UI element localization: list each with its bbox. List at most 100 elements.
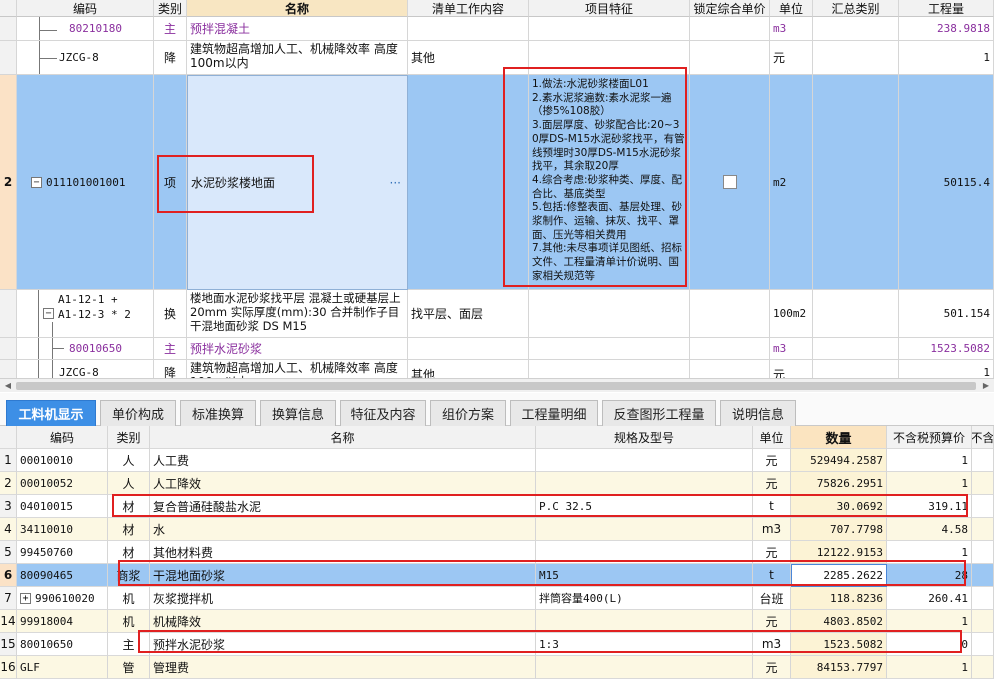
cell-spec[interactable] <box>536 518 753 541</box>
cell-qty[interactable]: 4803.8502 <box>791 610 887 633</box>
cell-price[interactable]: 319.11 <box>887 495 972 518</box>
table-row[interactable]: 14 99918004 机机械降效 元 4803.8502 1 <box>0 610 994 633</box>
cell-more[interactable] <box>972 518 994 541</box>
table-row[interactable]: − A1-12-1 + A1-12-3 * 2 换 楼地面水泥砂浆找平层 混凝土… <box>0 290 994 338</box>
cell-price[interactable]: 28 <box>887 564 972 587</box>
cell-more[interactable] <box>972 472 994 495</box>
cell-summary[interactable] <box>813 75 899 290</box>
cell-unit[interactable]: 元 <box>753 610 791 633</box>
cell-name[interactable]: 灰浆搅拌机 <box>150 587 536 610</box>
cell-unit[interactable]: 元 <box>770 360 813 378</box>
cell-code[interactable]: 80210180 <box>17 17 154 41</box>
col-header-qty[interactable]: 工程量 <box>899 0 994 17</box>
cell-unit[interactable]: 元 <box>753 449 791 472</box>
cell-type[interactable]: 机 <box>108 610 150 633</box>
cell-type[interactable]: 项 <box>154 75 187 290</box>
table-row[interactable]: 2 00010052 人人工降效 元 75826.2951 1 <box>0 472 994 495</box>
cell-work[interactable] <box>408 75 529 290</box>
cell-more[interactable] <box>972 541 994 564</box>
cell-unit[interactable]: 元 <box>753 656 791 679</box>
cell-code[interactable]: 80010650 <box>17 338 154 360</box>
cell-qty[interactable]: 84153.7797 <box>791 656 887 679</box>
cell-unit[interactable]: 元 <box>753 541 791 564</box>
cell-code[interactable]: JZCG-8 <box>17 41 154 75</box>
col-header-summary-type[interactable]: 汇总类别 <box>813 0 899 17</box>
col-header-work-content[interactable]: 清单工作内容 <box>408 0 529 17</box>
cell-name[interactable]: 复合普通硅酸盐水泥 <box>150 495 536 518</box>
cell-unit[interactable]: 元 <box>753 472 791 495</box>
cell-code[interactable]: 04010015 <box>17 495 108 518</box>
cell-more[interactable] <box>972 564 994 587</box>
cell-price[interactable]: 1 <box>887 541 972 564</box>
cell-type[interactable]: 材 <box>108 541 150 564</box>
col-header-feature[interactable]: 项目特征 <box>529 0 690 17</box>
cell-unit[interactable]: m3 <box>770 338 813 360</box>
cell-name[interactable]: 建筑物超高增加人工、机械降效率 高度100m以内 <box>187 360 408 378</box>
cell-spec[interactable] <box>536 449 753 472</box>
cell-more[interactable] <box>972 495 994 518</box>
table-row[interactable]: 4 34110010 材水 m3 707.7798 4.58 <box>0 518 994 541</box>
cell-unit[interactable]: m3 <box>753 633 791 656</box>
tab-quantity-detail[interactable]: 工程量明细 <box>510 400 598 426</box>
cell-qty[interactable]: 75826.2951 <box>791 472 887 495</box>
cell-code[interactable]: 80010650 <box>17 633 108 656</box>
cell-work[interactable] <box>408 17 529 41</box>
cell-type[interactable]: 主 <box>154 338 187 360</box>
cell-summary[interactable] <box>813 41 899 75</box>
cell-qty[interactable]: 1523.5082 <box>791 633 887 656</box>
cell-qty[interactable]: 118.8236 <box>791 587 887 610</box>
cell-more[interactable] <box>972 587 994 610</box>
table-row[interactable]: 16 GLF 管管理费 元 84153.7797 1 <box>0 656 994 679</box>
table-row[interactable]: JZCG-8 降 建筑物超高增加人工、机械降效率 高度100m以内 其他 元 1 <box>0 360 994 378</box>
col-header-type[interactable]: 类别 <box>108 426 150 449</box>
cell-qty[interactable]: 529494.2587 <box>791 449 887 472</box>
cell-feature[interactable] <box>529 17 690 41</box>
cell-qty[interactable]: 1 <box>899 41 994 75</box>
col-header-name[interactable]: 名称 <box>187 0 408 17</box>
cell-name[interactable]: 干混地面砂浆 <box>150 564 536 587</box>
cell-unit[interactable]: t <box>753 564 791 587</box>
cell-qty[interactable]: 50115.4 <box>899 75 994 290</box>
col-header-more[interactable]: 不含 <box>972 426 994 449</box>
cell-lock[interactable] <box>690 17 770 41</box>
cell-more[interactable] <box>972 656 994 679</box>
cell-spec[interactable]: M15 <box>536 564 753 587</box>
cell-spec[interactable] <box>536 610 753 633</box>
cell-code[interactable]: 80090465 <box>17 564 108 587</box>
cell-lock[interactable] <box>690 290 770 338</box>
cell-feature[interactable] <box>529 338 690 360</box>
more-ellipsis-icon[interactable]: ··· <box>390 176 401 190</box>
cell-price[interactable]: 1 <box>887 656 972 679</box>
cell-work[interactable]: 其他 <box>408 41 529 75</box>
cell-type[interactable]: 材 <box>108 495 150 518</box>
lock-price-checkbox[interactable] <box>722 175 737 189</box>
col-header-qty[interactable]: 数量 <box>791 426 887 449</box>
cell-code[interactable]: +990610020 <box>17 587 108 610</box>
cell-type[interactable]: 人 <box>108 472 150 495</box>
cell-spec[interactable] <box>536 472 753 495</box>
cell-name[interactable]: 建筑物超高增加人工、机械降效率 高度100m以内 <box>187 41 408 75</box>
table-row-selected[interactable]: 6 80090465 商浆 干混地面砂浆 M15 t 2285.2622 28 <box>0 564 994 587</box>
col-header-price[interactable]: 不含税预算价 <box>887 426 972 449</box>
horizontal-scrollbar[interactable]: ◀ ▶ <box>0 378 994 392</box>
cell-type[interactable]: 降 <box>154 360 187 378</box>
cell-code[interactable]: 99450760 <box>17 541 108 564</box>
cell-unit[interactable]: m3 <box>770 17 813 41</box>
cell-type[interactable]: 主 <box>108 633 150 656</box>
cell-feature[interactable]: 1.做法:水泥砂浆楼面L01 2.素水泥浆遍数:素水泥浆一遍（掺5%108胶） … <box>529 75 690 290</box>
cell-spec[interactable]: 1:3 <box>536 633 753 656</box>
cell-summary[interactable] <box>813 338 899 360</box>
cell-name[interactable]: 水 <box>150 518 536 541</box>
cell-qty[interactable]: 707.7798 <box>791 518 887 541</box>
cell-spec[interactable]: 拌筒容量400(L) <box>536 587 753 610</box>
cell-type[interactable]: 管 <box>108 656 150 679</box>
col-header-type[interactable]: 类别 <box>154 0 187 17</box>
cell-qty[interactable]: 2285.2622 <box>791 564 887 587</box>
cell-price[interactable]: 1 <box>887 449 972 472</box>
cell-price[interactable]: 1 <box>887 472 972 495</box>
cell-spec[interactable]: P.C 32.5 <box>536 495 753 518</box>
table-row[interactable]: 1 00010010 人人工费元 529494.2587 1 <box>0 449 994 472</box>
cell-lock[interactable] <box>690 338 770 360</box>
col-header-unit[interactable]: 单位 <box>770 0 813 17</box>
cell-name[interactable]: 人工降效 <box>150 472 536 495</box>
